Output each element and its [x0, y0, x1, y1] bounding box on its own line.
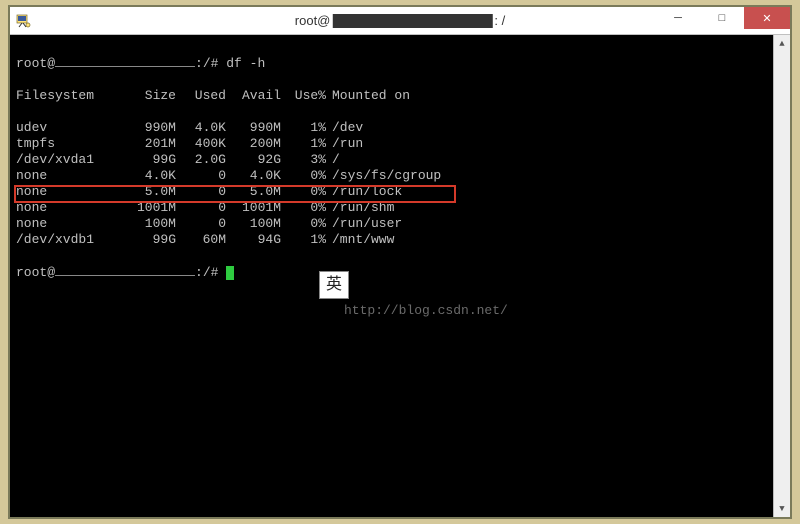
title-hostname-redacted — [332, 14, 492, 28]
scroll-down-button[interactable]: ▼ — [774, 500, 791, 517]
cell-mnt: /run/user — [326, 216, 402, 232]
command-text: df -h — [226, 56, 265, 71]
hdr-used: Used — [195, 88, 226, 103]
cell-avail: 4.0K — [226, 168, 281, 184]
cell-fs: udev — [16, 120, 126, 136]
hostname-redacted-2 — [55, 264, 195, 276]
cell-size: 201M — [126, 136, 176, 152]
prompt-user: root@ — [16, 56, 55, 71]
hdr-use: Use% — [295, 88, 326, 103]
cell-avail: 92G — [226, 152, 281, 168]
terminal-area: root@ :/# df -h FilesystemSize Used Avail… — [10, 35, 790, 517]
cell-used: 2.0G — [176, 152, 226, 168]
prompt-line-1: root@ :/# df -h — [16, 55, 767, 72]
close-icon: ✕ — [762, 12, 771, 25]
cell-size: 99G — [126, 152, 176, 168]
cell-used: 60M — [176, 232, 226, 248]
cell-mnt: /mnt/www — [326, 232, 394, 248]
hostname-redacted — [55, 55, 195, 67]
prompt-line-2: root@ :/# — [16, 264, 767, 281]
scroll-up-button[interactable]: ▲ — [774, 35, 791, 52]
prompt-path-2: :/# — [195, 265, 218, 280]
cell-used: 0 — [176, 168, 226, 184]
df-rows: udev990M4.0K990M1%/devtmpfs201M400K200M1… — [16, 120, 767, 248]
cell-use: 0% — [281, 216, 326, 232]
df-header-row: FilesystemSize Used Avail Use%Mounted on — [16, 88, 767, 104]
cell-fs: /dev/xvdb1 — [16, 232, 126, 248]
cell-fs: none — [16, 184, 126, 200]
cell-fs: none — [16, 200, 126, 216]
putty-icon — [16, 13, 32, 29]
close-button[interactable]: ✕ — [744, 7, 790, 29]
cell-avail: 1001M — [226, 200, 281, 216]
cell-use: 1% — [281, 136, 326, 152]
window-title: root@ : / — [295, 13, 505, 28]
cell-size: 99G — [126, 232, 176, 248]
cell-mnt: /sys/fs/cgroup — [326, 168, 441, 184]
cell-used: 0 — [176, 184, 226, 200]
cell-fs: tmpfs — [16, 136, 126, 152]
cell-avail: 990M — [226, 120, 281, 136]
cell-size: 990M — [126, 120, 176, 136]
scrollbar[interactable]: ▲ ▼ — [773, 35, 790, 517]
table-row: /dev/xvda199G2.0G92G3%/ — [16, 152, 767, 168]
hdr-avail: Avail — [242, 88, 281, 103]
table-row: none100M0100M0%/run/user — [16, 216, 767, 232]
table-row: udev990M4.0K990M1%/dev — [16, 120, 767, 136]
cell-avail: 94G — [226, 232, 281, 248]
hdr-filesystem: Filesystem — [16, 88, 126, 104]
cell-mnt: /run — [326, 136, 363, 152]
cursor — [226, 266, 234, 280]
table-row: none1001M01001M0%/run/shm — [16, 200, 767, 216]
ime-indicator[interactable]: 英 — [319, 271, 349, 299]
cell-use: 1% — [281, 120, 326, 136]
cell-mnt: /run/lock — [326, 184, 402, 200]
cell-mnt: / — [326, 152, 340, 168]
title-path: : / — [494, 13, 505, 28]
cell-use: 0% — [281, 168, 326, 184]
cell-avail: 5.0M — [226, 184, 281, 200]
cell-fs: none — [16, 168, 126, 184]
title-user: root@ — [295, 13, 331, 28]
cell-used: 4.0K — [176, 120, 226, 136]
cell-avail: 100M — [226, 216, 281, 232]
cell-use: 3% — [281, 152, 326, 168]
cell-size: 1001M — [126, 200, 176, 216]
cell-size: 100M — [126, 216, 176, 232]
window-frame: root@ : / ─ □ ✕ root@ :/# df -h Filesyste… — [8, 5, 792, 519]
cell-used: 400K — [176, 136, 226, 152]
hdr-size: Size — [126, 88, 176, 104]
table-row: /dev/xvdb199G60M94G1%/mnt/www — [16, 232, 767, 248]
cell-avail: 200M — [226, 136, 281, 152]
titlebar[interactable]: root@ : / ─ □ ✕ — [10, 7, 790, 35]
terminal[interactable]: root@ :/# df -h FilesystemSize Used Avail… — [10, 35, 773, 517]
minimize-button[interactable]: ─ — [656, 7, 700, 29]
prompt-path: :/# — [195, 56, 218, 71]
cell-size: 4.0K — [126, 168, 176, 184]
prompt-user-2: root@ — [16, 265, 55, 280]
table-row: tmpfs201M400K200M1%/run — [16, 136, 767, 152]
cell-mnt: /dev — [326, 120, 363, 136]
cell-size: 5.0M — [126, 184, 176, 200]
chevron-down-icon: ▼ — [779, 504, 784, 514]
chevron-up-icon: ▲ — [779, 39, 784, 49]
table-row: none4.0K04.0K0%/sys/fs/cgroup — [16, 168, 767, 184]
cell-used: 0 — [176, 200, 226, 216]
hdr-mounted: Mounted on — [326, 88, 410, 104]
cell-fs: /dev/xvda1 — [16, 152, 126, 168]
cell-fs: none — [16, 216, 126, 232]
terminal-window: root@ : / ─ □ ✕ root@ :/# df -h Filesyste… — [10, 7, 790, 517]
maximize-button[interactable]: □ — [700, 7, 744, 29]
watermark-text: http://blog.csdn.net/ — [344, 303, 508, 319]
cell-use: 0% — [281, 200, 326, 216]
minimize-icon: ─ — [674, 12, 682, 24]
ime-label: 英 — [326, 277, 342, 293]
cell-use: 1% — [281, 232, 326, 248]
cell-used: 0 — [176, 216, 226, 232]
window-controls: ─ □ ✕ — [656, 7, 790, 29]
cell-use: 0% — [281, 184, 326, 200]
table-row: none5.0M05.0M0%/run/lock — [16, 184, 767, 200]
maximize-icon: □ — [719, 12, 726, 24]
cell-mnt: /run/shm — [326, 200, 394, 216]
